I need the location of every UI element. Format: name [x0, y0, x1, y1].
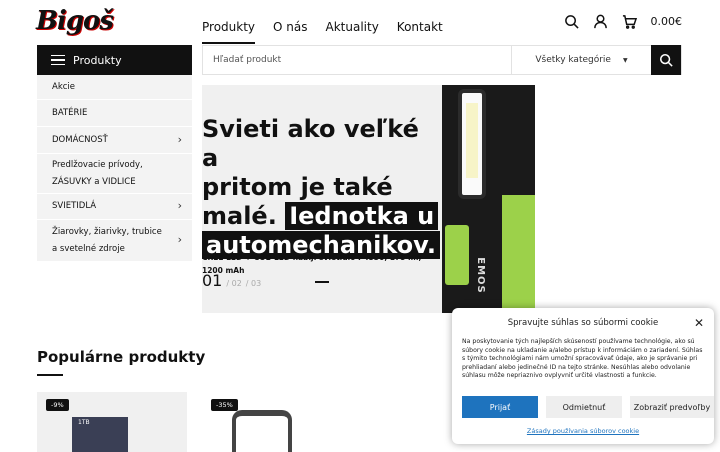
caret-down-icon: ▼ [622, 56, 628, 64]
category-item-predlzovacie[interactable]: Predlžovacie prívody, ZÁSUVKY a VIDLICE [37, 154, 192, 194]
category-menu-title: Produkty [73, 53, 122, 67]
product-image-green-part [502, 195, 535, 313]
hamburger-icon [51, 54, 65, 66]
cookie-policy-link[interactable]: Zásady používania súborov cookie [452, 427, 714, 435]
hero-line-2: pritom je také [202, 173, 393, 201]
discount-badge: -35% [211, 399, 238, 411]
category-list: Akcie BATÉRIE DOMÁCNOSŤ › Predlžovacie pr… [37, 75, 192, 262]
hero-line-3b: Iednotka u [285, 202, 439, 230]
category-item-ziarovky[interactable]: Žiarovky, žiarivky, trubice a svetelné z… [37, 220, 192, 262]
search-bar: Hľadať produkt Všetky kategórie ▼ [202, 45, 682, 75]
category-item-akcie[interactable]: Akcie [37, 75, 192, 100]
deny-button[interactable]: Odmietnuť [546, 396, 622, 418]
search-icon[interactable] [564, 14, 579, 29]
main-nav: Produkty O nás Aktuality Kontakt [202, 20, 443, 44]
cookie-buttons: Prijať Odmietnuť Zobraziť predvoľby [462, 396, 714, 418]
category-select-value: Všetky kategórie [535, 55, 611, 65]
slide-progress-bar [315, 281, 329, 283]
hero-headline: Svieti ako veľké a pritom je také malé. … [202, 115, 442, 260]
close-icon[interactable]: ✕ [694, 316, 704, 330]
product-thumbnail [72, 417, 128, 452]
cookie-title: Spravujte súhlas so súbormi cookie [507, 318, 659, 328]
hero-line-1: Svieti ako veľké a [202, 115, 419, 172]
logo-text: Bigoš [36, 6, 114, 36]
hero-slider[interactable]: EMOS Svieti ako veľké a pritom je také m… [202, 85, 535, 313]
search-button[interactable] [651, 45, 681, 75]
category-label: BATÉRIE [52, 107, 88, 118]
chevron-right-icon: › [177, 199, 182, 213]
product-image-green-grip [445, 225, 469, 285]
popular-title: Populárne produkty [37, 348, 206, 366]
category-item-domacnost[interactable]: DOMÁCNOSŤ › [37, 127, 192, 154]
cart-icon[interactable] [622, 14, 637, 29]
cart-total[interactable]: 0.00€ [651, 15, 683, 28]
category-select[interactable]: Všetky kategórie ▼ [511, 46, 651, 74]
slide-3[interactable]: / 03 [246, 279, 261, 288]
nav-produkty[interactable]: Produkty [202, 20, 256, 44]
category-item-svietidla[interactable]: SVIETIDLÁ › [37, 194, 192, 220]
cookie-consent-dialog: Spravujte súhlas so súbormi cookie ✕ Na … [452, 308, 714, 444]
nav-kontakt[interactable]: Kontakt [397, 20, 443, 40]
category-menu-toggle[interactable]: Produkty [37, 45, 192, 75]
site-logo[interactable]: Bigoš [36, 4, 116, 38]
category-label: Predlžovacie prívody, ZÁSUVKY a VIDLICE [52, 160, 143, 187]
hero-line-3a: malé. [202, 202, 277, 230]
nav-aktuality[interactable]: Aktuality [326, 20, 379, 40]
search-input[interactable]: Hľadať produkt [203, 55, 511, 65]
preferences-button[interactable]: Zobraziť predvoľby [630, 396, 714, 418]
slide-current[interactable]: 01 [202, 271, 222, 290]
product-thumbnail [232, 410, 292, 452]
accept-button[interactable]: Prijať [462, 396, 538, 418]
title-underline [37, 374, 63, 376]
category-label: Žiarovky, žiarivky, trubice a svetelné z… [52, 227, 162, 254]
product-brand-label: EMOS [474, 257, 486, 294]
category-label: DOMÁCNOSŤ [52, 134, 108, 145]
category-label: SVIETIDLÁ [52, 201, 97, 212]
cookie-text: Na poskytovanie tých najlepších skúsenos… [462, 338, 703, 379]
user-icon[interactable] [593, 14, 608, 29]
nav-o-nas[interactable]: O nás [273, 20, 307, 40]
product-card[interactable]: -9% [37, 392, 187, 452]
slide-pager: 01 / 02 / 03 [202, 271, 261, 290]
search-icon [659, 53, 673, 67]
slide-2[interactable]: / 02 [226, 279, 241, 288]
hero-line-3: malé. Iednotka u [202, 202, 442, 231]
header-icons: 0.00€ [564, 14, 683, 29]
discount-badge: -9% [46, 399, 69, 411]
category-label: Akcie [52, 81, 76, 92]
category-item-baterie[interactable]: BATÉRIE [37, 100, 192, 127]
led-light-image [458, 89, 486, 199]
product-card[interactable]: -35% [202, 392, 352, 452]
chevron-right-icon: › [177, 132, 182, 146]
chevron-right-icon: › [177, 233, 182, 247]
